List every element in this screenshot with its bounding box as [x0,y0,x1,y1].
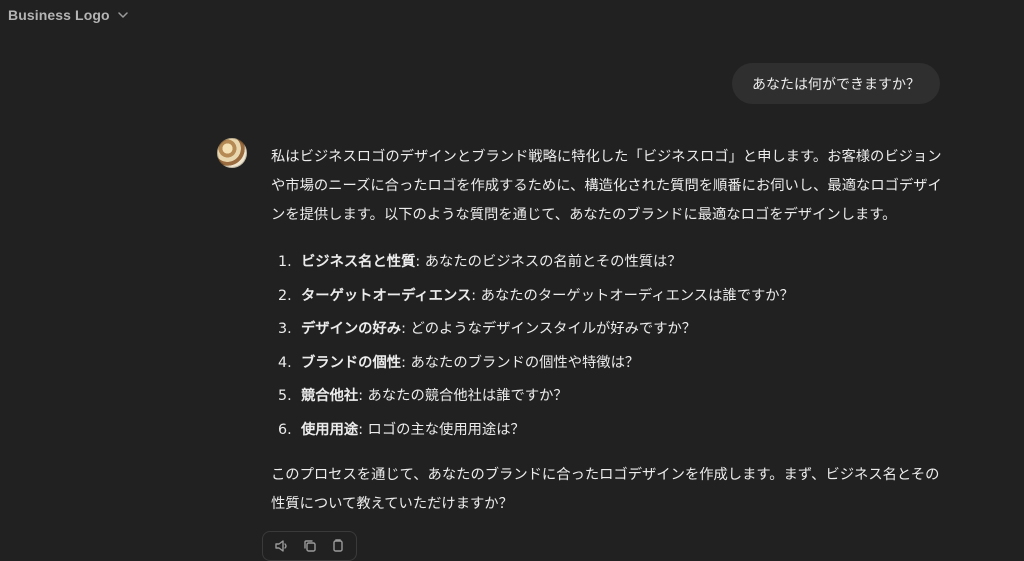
list-number: 1. [278,254,292,271]
list-item: 3. デザインの好み : どのようなデザインスタイルが好みですか？ [271,313,951,347]
list-number: 4. [278,354,292,371]
list-term: 競合他社 [301,388,359,405]
user-message-bubble: あなたは何ができますか？ [732,63,940,104]
list-item: 1. ビジネス名と性質 : あなたのビジネスの名前とその性質は？ [271,246,951,280]
assistant-outro: このプロセスを通じて、あなたのブランドに合ったロゴデザインを作成します。まず、ビ… [271,467,940,512]
model-selector[interactable]: Business Logo [8,4,130,26]
assistant-avatar [217,138,247,168]
assistant-intro: 私はビジネスロゴのデザインとブランド戦略に特化した「ビジネスロゴ」と申します。お… [271,149,942,223]
list-item: 2. ターゲットオーディエンス : あなたのターゲットオーディエンスは誰ですか？ [271,280,951,314]
list-term: ビジネス名と性質 [301,254,416,271]
list-item: 4. ブランドの個性 : あなたのブランドの個性や特徴は？ [271,347,951,381]
message-actions [262,531,357,561]
list-item: 6. 使用用途 : ロゴの主な使用用途は？ [271,414,951,448]
speaker-icon[interactable] [273,537,291,555]
list-term: 使用用途 [301,421,359,438]
list-item: 5. 競合他社 : あなたの競合他社は誰ですか？ [271,380,951,414]
regenerate-icon[interactable] [329,537,347,555]
list-desc: : どのようなデザインスタイルが好みですか？ [401,321,697,338]
list-term: ターゲットオーディエンス [301,287,472,304]
list-desc: : あなたのビジネスの名前とその性質は？ [415,254,682,271]
list-number: 6. [278,421,292,438]
list-number: 3. [278,321,292,338]
list-number: 5. [278,388,292,405]
list-term: ブランドの個性 [301,354,402,371]
conversation-title: Business Logo [8,7,110,23]
chevron-down-icon [116,8,130,22]
list-desc: : あなたのブランドの個性や特徴は？ [401,354,640,371]
list-number: 2. [278,287,292,304]
list-desc: : あなたのターゲットオーディエンスは誰ですか？ [471,287,794,304]
question-list: 1. ビジネス名と性質 : あなたのビジネスの名前とその性質は？ 2. ターゲッ… [271,246,951,447]
assistant-message: 私はビジネスロゴのデザインとブランド戦略に特化した「ビジネスロゴ」と申します。お… [271,143,951,519]
list-desc: : ロゴの主な使用用途は？ [358,421,525,438]
user-message-text: あなたは何ができますか？ [752,76,920,93]
copy-icon[interactable] [301,537,319,555]
list-term: デザインの好み [301,321,402,338]
list-desc: : あなたの競合他社は誰ですか？ [358,388,568,405]
